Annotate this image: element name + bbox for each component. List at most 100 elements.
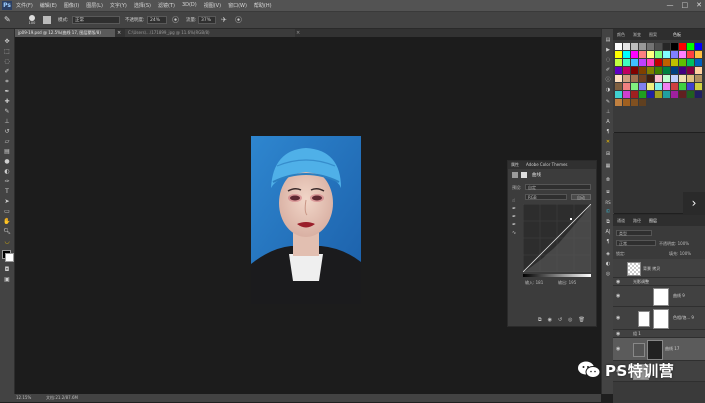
color-swatch[interactable] (663, 59, 670, 66)
color-swatch[interactable] (639, 51, 646, 58)
color-swatch[interactable] (663, 67, 670, 74)
crossed-tools-icon[interactable]: ✕ (604, 139, 612, 146)
layer-comps-icon[interactable]: ⧉ (604, 219, 612, 226)
menu-select[interactable]: 选择(S) (134, 2, 151, 9)
color-swatch[interactable] (695, 83, 702, 90)
gradient-tool-icon[interactable]: ▤ (2, 148, 12, 156)
layer-fill[interactable]: 填充: 100% (669, 251, 691, 257)
menu-file[interactable]: 文件(F) (16, 2, 33, 9)
portrait-photo[interactable] (251, 136, 361, 304)
color-swatch[interactable] (679, 67, 686, 74)
color-swatch[interactable] (671, 51, 678, 58)
color-swatch[interactable] (679, 51, 686, 58)
lasso-icon[interactable]: ◌ (604, 57, 612, 64)
menu-3d[interactable]: 3D(D) (182, 2, 197, 9)
color-swatch[interactable] (639, 91, 646, 98)
opacity-field[interactable]: 24% (147, 16, 167, 24)
close-tab-icon[interactable]: × (117, 29, 125, 37)
color-swatch[interactable] (639, 83, 646, 90)
color-swatch[interactable] (663, 51, 670, 58)
tab-gradient[interactable]: 渐变 (633, 32, 641, 38)
airbrush-icon[interactable]: ✈ (221, 16, 229, 24)
visibility-eye-icon[interactable]: ◉ (616, 331, 622, 337)
layer-row[interactable]: ◉ 色相/饱... 9 (613, 307, 705, 330)
masks-icon[interactable]: ◎ (604, 271, 612, 278)
blend-mode-select[interactable]: 正常 (616, 240, 656, 246)
tab-layers[interactable]: 图层 (649, 218, 657, 224)
menu-image[interactable]: 图像(I) (64, 2, 79, 9)
dodge-tool-icon[interactable]: ◐ (2, 168, 12, 176)
color-swatch[interactable] (679, 91, 686, 98)
shape-tool-icon[interactable]: ▭ (2, 208, 12, 216)
color-swatch[interactable] (615, 75, 622, 82)
view-previous-icon[interactable]: ◉ (548, 317, 552, 323)
color-swatch[interactable] (631, 91, 638, 98)
color-swatch[interactable] (615, 51, 622, 58)
paragraph-styles-icon[interactable]: ¶ (604, 239, 612, 246)
color-swatch[interactable] (695, 75, 702, 82)
color-swatch[interactable] (655, 67, 662, 74)
color-swatch[interactable] (623, 59, 630, 66)
color-swatch[interactable] (695, 91, 702, 98)
healing-brush-tool-icon[interactable]: ✚ (2, 98, 12, 106)
info-icon[interactable]: ⓘ (604, 77, 612, 84)
tab-channels[interactable]: 通道 (617, 218, 625, 224)
color-swatch[interactable] (687, 75, 694, 82)
color-swatch[interactable] (679, 43, 686, 50)
color-swatch[interactable] (623, 83, 630, 90)
color-swatch[interactable] (623, 99, 630, 106)
visibility-eye-icon[interactable]: ◉ (616, 315, 622, 321)
brush-panel-icon[interactable] (43, 16, 51, 24)
brush-preset-picker[interactable]: 100 (26, 14, 38, 26)
color-swatch[interactable] (631, 67, 638, 74)
tab-swatches[interactable]: 色板 (673, 32, 681, 38)
tab-properties[interactable]: 属性 (511, 161, 519, 169)
color-swatch[interactable] (639, 43, 646, 50)
rs-plugin-icon[interactable]: RS (604, 199, 612, 206)
color-swatch[interactable] (647, 75, 654, 82)
gray-point-eyedropper-icon[interactable]: ✒ (512, 213, 518, 221)
color-swatch[interactable] (687, 83, 694, 90)
zoom-level[interactable]: 12.15% (16, 394, 31, 402)
type-icon[interactable]: A| (604, 229, 612, 236)
quick-mask-icon[interactable]: ◘ (2, 266, 12, 274)
color-swatch[interactable] (631, 99, 638, 106)
color-swatch[interactable] (671, 83, 678, 90)
color-swatch[interactable] (647, 59, 654, 66)
visibility-eye-icon[interactable]: ◉ (616, 293, 622, 299)
layer-group-row[interactable]: ◉ 组 1 (613, 330, 705, 338)
curve-point[interactable] (570, 218, 572, 220)
crop-tool-icon[interactable]: ⌗ (2, 78, 12, 86)
color-swatch[interactable] (663, 83, 670, 90)
color-swatch[interactable] (615, 83, 622, 90)
color-swatch[interactable] (679, 75, 686, 82)
quick-select-tool-icon[interactable]: ✐ (2, 68, 12, 76)
paragraph-icon[interactable]: ¶ (604, 129, 612, 136)
color-swatch[interactable] (647, 91, 654, 98)
layer-filter-select[interactable]: 类型 (616, 230, 652, 236)
color-swatch[interactable] (631, 59, 638, 66)
reset-icon[interactable]: ↺ (558, 317, 562, 323)
color-swatch[interactable] (631, 43, 638, 50)
color-swatch[interactable] (647, 51, 654, 58)
layer-opacity[interactable]: 不透明度: 100% (659, 241, 689, 247)
background-color-swatch[interactable] (5, 253, 14, 262)
libraries-icon[interactable]: ▦ (604, 163, 612, 170)
color-swatch[interactable] (663, 75, 670, 82)
path-select-tool-icon[interactable]: ➤ (2, 198, 12, 206)
character-icon[interactable]: A (604, 119, 612, 126)
color-swatch[interactable] (623, 43, 630, 50)
color-swatch[interactable] (687, 59, 694, 66)
flow-field[interactable]: 37% (198, 16, 216, 24)
color-swatch[interactable] (695, 67, 702, 74)
target-adjust-icon[interactable]: ☝ (512, 197, 518, 205)
tab-second-document[interactable]: C:\Users\...\171899_jpg @ 11.6%(RGB/8) (125, 29, 295, 37)
color-swatch[interactable] (615, 43, 622, 50)
color-swatch[interactable] (647, 67, 654, 74)
close-tab-icon[interactable]: × (296, 29, 304, 37)
move-tool-icon[interactable]: ✥ (2, 38, 12, 46)
eraser-tool-icon[interactable]: ▱ (2, 138, 12, 146)
mode-select[interactable]: 正常 (72, 16, 120, 24)
tool-presets-icon[interactable]: ✐ (604, 67, 612, 74)
menu-edit[interactable]: 编辑(E) (40, 2, 57, 9)
